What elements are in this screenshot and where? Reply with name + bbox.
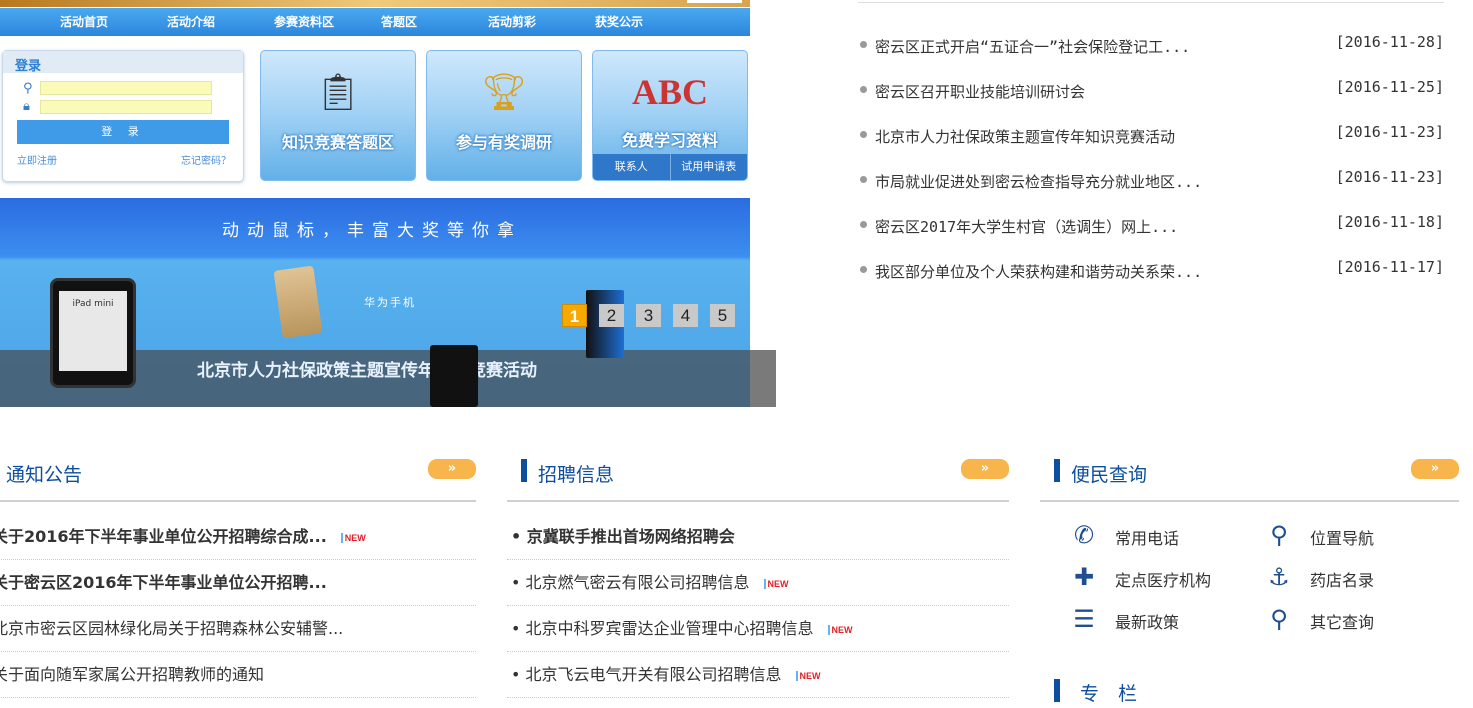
new-badge-icon: NEW [827,624,853,635]
banner-caption[interactable]: 北京市人力社保政策主题宣传年知识竞赛活动 [197,356,537,381]
caption-overflow [750,350,776,407]
news-item[interactable]: 密云区召开职业技能培训研讨会 [2016-11-25] [858,48,1444,101]
list-item-title[interactable]: 关于面向随军家属公开招聘教师的通知 [0,665,264,684]
list-item[interactable]: 关于2016年下半年事业单位公开招聘综合成... NEW [0,514,476,560]
login-button[interactable]: 登 录 [17,120,229,144]
news-item[interactable]: 密云区正式开启“五证合一”社会保险登记工... [2016-11-28] [858,3,1444,56]
ipad-image: iPad mini [50,278,136,388]
jobs-list: • 京冀联手推出首场网络招聘会 • 北京燃气密云有限公司招聘信息 NEW • 北京中科… [507,514,1009,698]
new-badge-icon: NEW [795,670,821,681]
service-medical[interactable]: ✚ 定点医疗机构 [1074,563,1211,591]
lock-icon: 🔒︎ [23,99,30,114]
list-item-title[interactable]: 关于密云区2016年下半年事业单位公开招聘... [0,573,327,592]
notices-list: 关于2016年下半年事业单位公开招聘综合成... NEW 关于密云区2016年下半年… [0,514,476,698]
trophy-icon: 🏆︎ [481,72,527,113]
news-date: [2016-11-17] [1335,258,1444,276]
jobs-title: 招聘信息 [538,464,615,486]
service-location[interactable]: ⚲ 位置导航 [1270,521,1374,549]
list-item[interactable]: 北京市密云区园林绿化局关于招聘森林公安辅警... [0,606,476,652]
service-policy[interactable]: ☰ 最新政策 [1073,605,1179,633]
news-item[interactable]: 北京市人力社保政策主题宣传年知识竞赛活动 [2016-11-23] [858,93,1444,146]
search-icon: ⚲ [1270,605,1288,633]
tile-survey-title: 参与有奖调研 [455,133,552,152]
header-banner-strip [0,0,750,7]
tile-materials[interactable]: ABC 免费学习资料 联系人 试用申请表 [592,50,748,181]
column-title: 专 栏 [1080,683,1138,705]
nav-item-awards[interactable]: 获奖公示 [595,8,702,36]
banner-pager: 1 2 3 4 5 [562,304,735,327]
list-item[interactable]: 关于密云区2016年下半年事业单位公开招聘... [0,560,476,606]
pager-3[interactable]: 3 [636,304,661,327]
username-input[interactable] [40,81,212,95]
password-input[interactable] [40,100,212,114]
nav-item-intro[interactable]: 活动介绍 [167,8,274,36]
news-item[interactable]: 我区部分单位及个人荣获构建和谐劳动关系荣... [2016-11-17] [858,228,1444,281]
list-item-title[interactable]: 关于2016年下半年事业单位公开招聘综合成... [0,527,327,546]
login-box: 登录 ⚲ 🔒︎ 登 录 立即注册 忘记密码？ [2,50,244,182]
list-item-title[interactable]: 北京飞云电气开关有限公司招聘信息 [526,665,782,684]
phone-icon: ✆ [1073,521,1095,549]
ipad-label: iPad mini [59,291,127,371]
user-icon: ⚲ [23,81,33,96]
news-list: 密云区正式开启“五证合一”社会保险登记工... [2016-11-28] 密云区召… [858,2,1444,281]
medical-cross-icon: ✚ [1073,563,1095,591]
login-title: 登录 [3,51,243,74]
new-badge-icon: NEW [763,578,789,589]
bullet-icon: • [511,573,526,592]
services-title: 便民查询 [1071,464,1148,486]
tile-quiz[interactable]: 📋︎ 知识竞赛答题区 [260,50,416,181]
nav-item-home[interactable]: 活动首页 [60,8,167,36]
pager-1[interactable]: 1 [562,304,587,327]
abc-books-icon: ABC [631,72,708,112]
pager-4[interactable]: 4 [673,304,698,327]
banner-slogan: 动动鼠标，丰富大奖等你拿 [222,221,522,241]
services-more-button[interactable]: » [1411,459,1459,479]
pharmacy-icon: ⚓ [1268,563,1290,591]
clipboard-icon: 📋︎ [315,72,361,113]
pager-5[interactable]: 5 [710,304,735,327]
bullet-icon: • [511,527,527,546]
service-pharmacy[interactable]: ⚓ 药店名录 [1268,563,1374,591]
notices-title: 通知公告 [6,464,83,486]
list-item-title[interactable]: 京冀联手推出首场网络招聘会 [527,527,735,546]
list-item[interactable]: • 北京燃气密云有限公司招聘信息 NEW [507,560,1009,606]
location-pin-icon: ⚲ [1270,521,1288,549]
tile-survey[interactable]: 🏆︎ 参与有奖调研 [426,50,582,181]
document-icon: ☰ [1073,605,1095,633]
nav-item-quiz[interactable]: 答题区 [381,8,488,36]
nav-item-materials[interactable]: 参赛资料区 [274,8,381,36]
new-badge-icon: NEW [340,532,366,543]
trial-form-link[interactable]: 试用申请表 [669,154,748,180]
nav-item-highlights[interactable]: 活动剪彩 [488,8,595,36]
news-title[interactable]: 我区部分单位及个人荣获构建和谐劳动关系荣... [875,261,1202,282]
list-item[interactable]: • 北京中科罗宾雷达企业管理中心招聘信息 NEW [507,606,1009,652]
tile-quiz-title: 知识竞赛答题区 [281,133,394,152]
list-item[interactable]: 关于面向随军家属公开招聘教师的通知 [0,652,476,698]
main-nav: 活动首页 活动介绍 参赛资料区 答题区 活动剪彩 获奖公示 [0,8,750,36]
services-section: 便民查询 » ✆ 常用电话 ⚲ 位置导航 ✚ 定点医疗机构 ⚓ 药店名录 ☰ 最新政策 ⚲… [1040,452,1459,708]
contact-link[interactable]: 联系人 [593,154,670,180]
pager-2[interactable]: 2 [599,304,624,327]
service-other[interactable]: ⚲ 其它查询 [1270,605,1374,633]
news-item[interactable]: 密云区2017年大学生村官（选调生）网上... [2016-11-18] [858,183,1444,236]
list-item-title[interactable]: 北京燃气密云有限公司招聘信息 [526,573,750,592]
list-item-title[interactable]: 北京市密云区园林绿化局关于招聘森林公安辅警... [0,619,343,638]
list-item[interactable]: • 京冀联手推出首场网络招聘会 [507,514,1009,560]
forgot-password-link[interactable]: 忘记密码？ [181,152,231,167]
bullet-icon: • [511,619,526,638]
jobs-more-button[interactable]: » [961,459,1009,479]
list-item-title[interactable]: 北京中科罗宾雷达企业管理中心招聘信息 [526,619,814,638]
bullet-icon: • [511,665,526,684]
tile-materials-title: 免费学习资料 [621,131,718,150]
service-phone[interactable]: ✆ 常用电话 [1074,521,1179,549]
notices-more-button[interactable]: » [428,459,476,479]
kindle-image [430,345,478,407]
list-item[interactable]: • 北京飞云电气开关有限公司招聘信息 NEW [507,652,1009,698]
register-link[interactable]: 立即注册 [17,152,57,167]
news-item[interactable]: 市局就业促进处到密云检查指导充分就业地区... [2016-11-23] [858,138,1444,191]
product-label: 华为手机 [364,296,416,309]
